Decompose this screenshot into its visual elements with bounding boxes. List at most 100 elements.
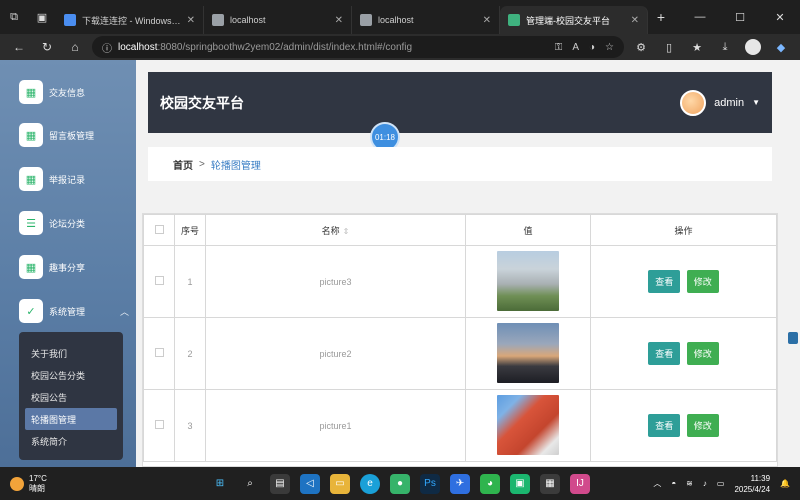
read-aloud-icon[interactable]: A xyxy=(572,42,579,53)
home-icon[interactable]: ⌂ xyxy=(64,36,86,58)
tab-title: localhost xyxy=(378,15,414,25)
edge-icon[interactable]: e xyxy=(360,473,380,494)
sidebar-item-forum-category[interactable]: ☰ 论坛分类 xyxy=(19,211,129,235)
terminal-icon[interactable]: ▦ xyxy=(540,473,560,494)
window-controls: — ☐ ✕ xyxy=(680,0,800,34)
file-manager-icon[interactable]: ▤ xyxy=(270,473,290,494)
close-icon[interactable]: ✕ xyxy=(187,15,195,26)
photoshop-icon[interactable]: Ps xyxy=(420,473,440,494)
row-index: 3 xyxy=(174,389,206,462)
user-menu[interactable]: admin ▼ xyxy=(680,89,760,116)
sidebar-item-reports[interactable]: ▦ 举报记录 xyxy=(19,167,129,191)
table-row: 3 picture1 查看 修改 xyxy=(143,389,777,462)
breadcrumb-separator: > xyxy=(199,158,205,170)
site-info-icon[interactable]: ⓘ xyxy=(102,40,112,55)
view-button[interactable]: 查看 xyxy=(648,342,681,365)
sidebar-item-fun-share[interactable]: ▦ 趣事分享 xyxy=(19,255,129,279)
avatar xyxy=(680,89,707,116)
sidebar-item-friends[interactable]: ▦ 交友信息 xyxy=(19,80,129,104)
downloads-icon[interactable]: ⤓ xyxy=(714,36,736,58)
maximize-icon[interactable]: ☐ xyxy=(720,0,760,34)
tray-app-icon[interactable]: ◓ xyxy=(671,479,676,488)
browser-tab[interactable]: localhost ✕ xyxy=(352,6,500,34)
intellij-icon[interactable]: IJ xyxy=(570,473,590,494)
red-building-photo xyxy=(497,394,559,455)
page-content: ▦ 交友信息 ▦ 留言板管理 ▦ 举报记录 ☰ 论坛分类 ▦ 趣事分享 ✓ 系统… xyxy=(0,60,800,467)
feishu-icon[interactable]: ✈ xyxy=(450,473,470,494)
favorite-star-icon[interactable]: ☆ xyxy=(605,42,614,53)
close-window-icon[interactable]: ✕ xyxy=(760,0,800,34)
wechat-icon[interactable]: ◕ xyxy=(480,473,500,494)
reader-icon[interactable]: ◑ xyxy=(589,42,595,53)
column-header: 序号 xyxy=(174,214,206,246)
grid-icon: ▦ xyxy=(19,80,43,104)
row-checkbox[interactable] xyxy=(154,348,164,357)
browser-tab-active[interactable]: 管理端-校园交友平台 ✕ xyxy=(500,6,648,34)
browser-tab[interactable]: 下载连连控 - Windows、macOS、 ✕ xyxy=(56,6,204,34)
close-icon[interactable]: ✕ xyxy=(631,15,639,26)
extensions-icon[interactable]: ⚙ xyxy=(630,36,652,58)
folder-icon[interactable]: ▭ xyxy=(330,473,350,494)
battery-icon[interactable]: ▭ xyxy=(717,479,725,488)
close-icon[interactable]: ✕ xyxy=(483,15,491,26)
submenu-item-carousel[interactable]: 轮播图管理 xyxy=(25,408,117,430)
row-index: 2 xyxy=(174,317,206,390)
green-app-icon[interactable]: ● xyxy=(390,473,410,494)
weather-widget[interactable]: 17°C 晴朗 xyxy=(0,474,47,494)
sort-icon[interactable]: ⇕ xyxy=(343,227,350,236)
submenu-item-about[interactable]: 关于我们 xyxy=(19,342,123,364)
split-screen-icon[interactable]: ▯ xyxy=(658,36,680,58)
submenu-item-intro[interactable]: 系统简介 xyxy=(19,430,123,452)
sidebar-item-messages[interactable]: ▦ 留言板管理 xyxy=(19,123,129,147)
breadcrumb-home[interactable]: 首页 xyxy=(173,157,193,172)
vue-logo-icon xyxy=(508,14,520,26)
side-panel-handle[interactable] xyxy=(788,332,798,344)
row-checkbox[interactable] xyxy=(154,420,164,429)
wifi-icon[interactable]: ≋ xyxy=(686,479,693,488)
address-bar-row: ← ↻ ⌂ ⓘ localhost:8080/springboothw2yem0… xyxy=(0,34,800,60)
edit-button[interactable]: 修改 xyxy=(686,270,719,293)
view-button[interactable]: 查看 xyxy=(648,414,681,437)
vscode-icon[interactable]: ◁ xyxy=(300,473,320,494)
volume-icon[interactable]: ♪ xyxy=(703,479,707,488)
building-photo xyxy=(497,250,559,311)
favorites-icon[interactable]: ★ xyxy=(686,36,708,58)
key-icon[interactable]: ⚿ xyxy=(555,42,563,53)
notification-icon[interactable]: 🔔 xyxy=(780,479,790,488)
copilot-icon[interactable]: ◆ xyxy=(770,36,792,58)
url-field[interactable]: ⓘ localhost:8080/springboothw2yem02/admi… xyxy=(92,36,624,58)
windows-start-icon[interactable]: ⊞ xyxy=(210,474,230,494)
refresh-icon[interactable]: ↻ xyxy=(36,36,58,58)
row-image-cell xyxy=(465,389,591,462)
row-checkbox[interactable] xyxy=(154,276,164,285)
sidebar-item-label: 交友信息 xyxy=(49,87,86,98)
chevron-up-icon[interactable]: ︿ xyxy=(653,478,661,489)
edit-button[interactable]: 修改 xyxy=(686,342,719,365)
profile-icon[interactable] xyxy=(742,36,764,58)
browser-tab[interactable]: localhost ✕ xyxy=(204,6,352,34)
minimize-icon[interactable]: — xyxy=(680,0,720,34)
submenu-item-notice[interactable]: 校园公告 xyxy=(19,386,123,408)
back-icon[interactable]: ← xyxy=(8,36,30,58)
tab-favicon-icon xyxy=(64,14,76,26)
tab-actions-icon[interactable]: ▣ xyxy=(28,0,56,34)
sidebar-item-system[interactable]: ✓ 系统管理 ︿ xyxy=(19,299,129,323)
page-title: 校园交友平台 xyxy=(160,94,244,111)
select-all-checkbox[interactable] xyxy=(154,224,164,234)
table-header-row: 序号 名称 ⇕ 值 操作 xyxy=(143,214,777,246)
new-tab-button[interactable]: + xyxy=(648,0,674,34)
search-icon[interactable]: ⌕ xyxy=(240,474,260,494)
column-header-name[interactable]: 名称 ⇕ xyxy=(205,214,466,246)
close-icon[interactable]: ✕ xyxy=(335,15,343,26)
remote-desktop-icon[interactable]: ▣ xyxy=(510,473,530,494)
sunset-photo xyxy=(497,322,559,383)
edit-button[interactable]: 修改 xyxy=(686,414,719,437)
carousel-table: 序号 名称 ⇕ 值 操作 1 picture3 查看 修改 2 picture2… xyxy=(142,213,778,467)
date: 2025/4/24 xyxy=(734,484,771,494)
row-actions: 查看 修改 xyxy=(590,245,777,318)
breadcrumb-current: 轮播图管理 xyxy=(210,160,261,172)
workspaces-icon[interactable]: ⧉ xyxy=(0,0,28,34)
submenu-item-notice-category[interactable]: 校园公告分类 xyxy=(19,364,123,386)
clock[interactable]: 11:39 2025/4/24 xyxy=(734,473,770,495)
view-button[interactable]: 查看 xyxy=(648,270,681,293)
